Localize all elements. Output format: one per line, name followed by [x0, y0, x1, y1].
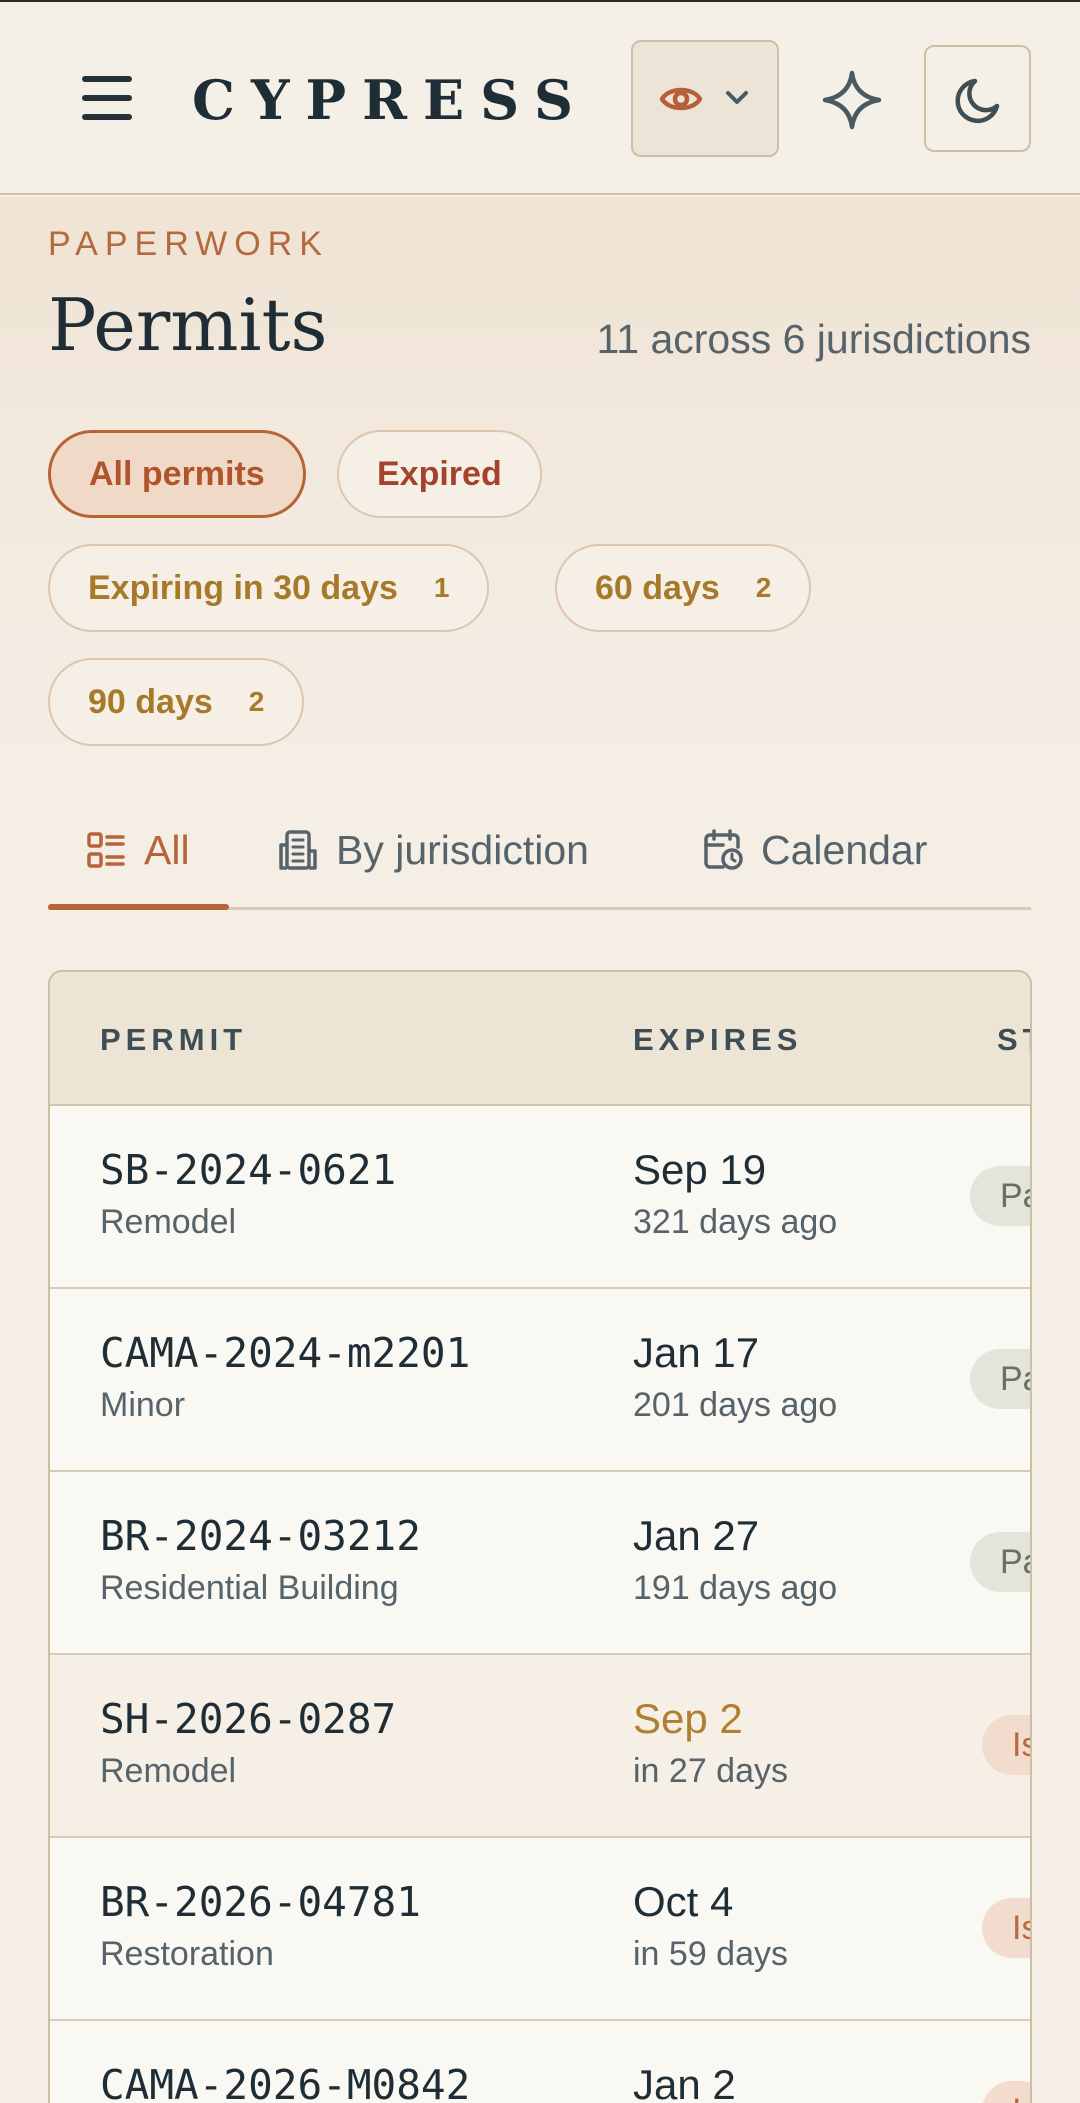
column-header-status[interactable]: ST [997, 1022, 1030, 1058]
expiry-date: Jan 2 [633, 2061, 736, 2103]
column-header-expires[interactable]: EXPIRES [633, 1022, 802, 1058]
active-tab-indicator [48, 904, 229, 910]
eye-icon [659, 87, 703, 111]
permits-table: PERMIT EXPIRES ST SB-2024-0621 Remodel S… [48, 970, 1032, 2103]
sparkle-icon[interactable] [820, 68, 884, 132]
table-row[interactable]: SB-2024-0621 Remodel Sep 19 321 days ago… [50, 1106, 1030, 1289]
table-row[interactable]: CAMA-2026-M0842 Jan 2 I [50, 2021, 1030, 2103]
status-badge: Pa [970, 1532, 1030, 1592]
status-badge: Pa [970, 1166, 1030, 1226]
status-badge: Is [982, 1715, 1030, 1775]
view-mode-dropdown[interactable] [631, 40, 779, 157]
filter-chip-label: Expired [377, 454, 502, 493]
table-header: PERMIT EXPIRES ST [50, 972, 1030, 1106]
permit-summary: 11 across 6 jurisdictions [596, 316, 1031, 362]
tab-label: All [144, 826, 190, 873]
permit-type: Remodel [100, 1752, 237, 1790]
permit-type: Remodel [100, 1203, 237, 1241]
chevron-down-icon [726, 91, 748, 104]
status-badge: Is [982, 1898, 1030, 1958]
tab-all[interactable]: All [86, 790, 190, 910]
filter-chip-count: 2 [248, 686, 265, 717]
column-header-permit[interactable]: PERMIT [100, 1022, 247, 1058]
filter-chip-expiring-30[interactable]: Expiring in 30 days 1 [48, 544, 490, 632]
table-row[interactable]: BR-2024-03212 Residential Building Jan 2… [50, 1472, 1030, 1655]
menu-icon[interactable] [80, 76, 136, 120]
filter-chip-expired[interactable]: Expired [337, 430, 542, 518]
list-icon [87, 832, 125, 868]
permit-id: CAMA-2024-m2201 [100, 1329, 471, 1377]
filter-chip-all-permits[interactable]: All permits [48, 430, 306, 518]
view-tabs: All By jurisdiction Calendar [48, 790, 1031, 910]
filter-chip-label: 60 days [595, 568, 720, 607]
expiry-date: Sep 2 [633, 1695, 743, 1742]
status-badge: I [982, 2081, 1030, 2103]
status-badge: Pa [970, 1349, 1030, 1409]
permit-id: SH-2026-0287 [100, 1695, 397, 1743]
expiry-relative: 201 days ago [633, 1386, 838, 1424]
filter-chip-60-days[interactable]: 60 days 2 [555, 544, 812, 632]
expiry-date: Jan 17 [633, 1329, 760, 1376]
table-row[interactable]: SH-2026-0287 Remodel Sep 2 in 27 days Is [50, 1655, 1030, 1838]
expiry-relative: 321 days ago [633, 1203, 838, 1241]
permit-id: BR-2026-04781 [100, 1878, 421, 1926]
filter-chip-count: 1 [433, 572, 450, 603]
app-logo: CYPRESS [192, 68, 589, 132]
tab-by-jurisdiction[interactable]: By jurisdiction [278, 790, 589, 910]
filter-chip-count: 2 [755, 572, 772, 603]
section-eyebrow: PAPERWORK [48, 225, 329, 263]
filter-chip-90-days[interactable]: 90 days 2 [48, 658, 305, 746]
page-title: Permits [48, 283, 328, 367]
expiry-date: Oct 4 [633, 1878, 734, 1925]
expiry-relative: 191 days ago [633, 1569, 838, 1607]
permit-type: Residential Building [100, 1569, 399, 1607]
permit-id: BR-2024-03212 [100, 1512, 421, 1560]
filter-chip-label: 90 days [88, 682, 213, 721]
permit-id: SB-2024-0621 [100, 1146, 397, 1194]
tab-calendar[interactable]: Calendar [703, 790, 927, 910]
expiry-relative: in 27 days [633, 1752, 788, 1790]
permit-type: Minor [100, 1386, 186, 1424]
filter-chip-label: Expiring in 30 days [88, 568, 398, 607]
expiry-date: Sep 19 [633, 1146, 767, 1193]
table-row[interactable]: CAMA-2024-m2201 Minor Jan 17 201 days ag… [50, 1289, 1030, 1472]
calendar-clock-icon [704, 829, 743, 870]
theme-toggle-button[interactable] [924, 45, 1031, 152]
tab-label: By jurisdiction [336, 826, 589, 873]
permit-type: Restoration [100, 1935, 274, 1973]
expiry-date: Jan 27 [633, 1512, 760, 1559]
expiry-relative: in 59 days [633, 1935, 788, 1973]
tab-label: Calendar [761, 826, 928, 873]
permit-id: CAMA-2026-M0842 [100, 2061, 471, 2103]
top-app-bar: CYPRESS [0, 0, 1080, 195]
moon-icon [955, 78, 1000, 124]
table-row[interactable]: BR-2026-04781 Restoration Oct 4 in 59 da… [50, 1838, 1030, 2021]
filter-chip-label: All permits [89, 454, 265, 493]
building-icon [279, 830, 317, 870]
